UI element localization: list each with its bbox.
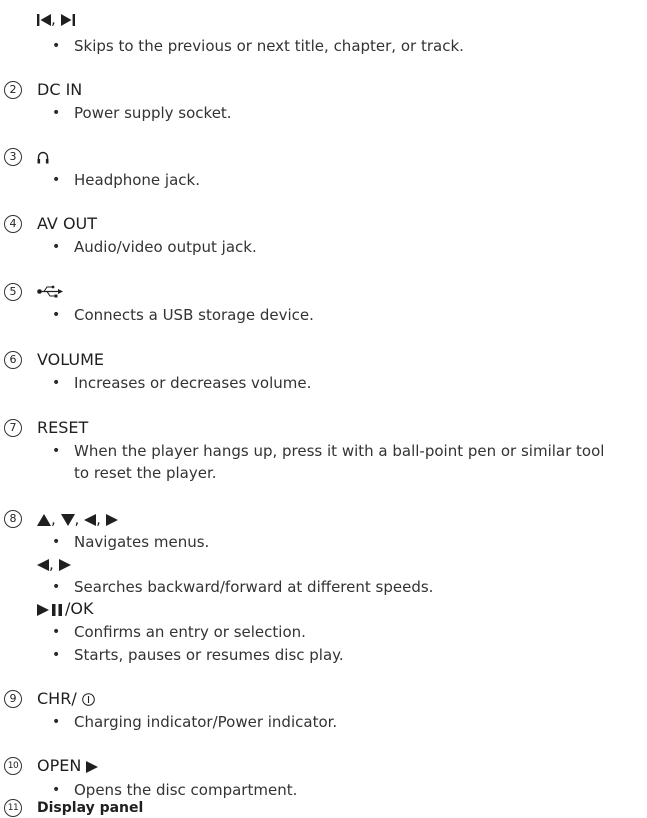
item-7-heading: RESET [37,418,89,437]
item-number-5: 5 [4,283,22,301]
arrow-down-icon [60,513,75,526]
item-8-subheading-play-pause-ok: /OK [37,599,93,619]
bullet: • [52,714,61,730]
item-10-heading: OPEN [37,756,99,776]
item-10-description: Opens the disc compartment. [74,781,298,799]
bullet: • [52,443,61,459]
item-number-10: 10 [4,757,22,775]
bullet: • [52,307,61,323]
bullet: • [52,579,61,595]
play-icon [37,603,49,616]
item-8-description-search: Searches backward/forward at different s… [74,578,434,596]
manual-page: , • Skips to the previous or next title,… [0,0,647,818]
item-4-description: Audio/video output jack. [74,238,257,256]
arrow-left-icon [37,558,49,571]
headphone-icon [37,151,49,164]
arrow-right-icon [58,558,71,571]
item-number-7: 7 [4,419,22,437]
item-8-heading: , , , [37,509,118,529]
item-10-heading-text: OPEN [37,756,87,775]
prev-next-description: Skips to the previous or next title, cha… [74,37,464,55]
arrow-right-icon [86,760,99,773]
subheading-separator: , [49,555,59,573]
item-number-2: 2 [4,81,22,99]
bullet: • [52,239,61,255]
bullet: • [52,172,61,188]
prev-next-separator: , [51,10,61,28]
bullet: • [52,647,61,663]
item-9-heading: CHR/ [37,689,95,709]
item-8-description-play: Starts, pauses or resumes disc play. [74,646,344,664]
item-2-description: Power supply socket. [74,104,232,122]
bullet: • [52,38,61,54]
bullet: • [52,534,61,550]
bullet: • [52,782,61,798]
bullet: • [52,375,61,391]
bullet: • [52,624,61,640]
arrow-left-icon [84,513,97,526]
heading-separator: , [96,510,106,528]
prev-next-heading: , [37,9,75,29]
item-number-8: 8 [4,510,22,528]
skip-previous-icon [37,13,51,26]
item-number-4: 4 [4,215,22,233]
item-9-description: Charging indicator/Power indicator. [74,713,338,731]
pause-icon [52,603,62,616]
power-icon [81,693,95,706]
item-number-9: 9 [4,690,22,708]
item-number-6: 6 [4,351,22,369]
item-2-heading: DC IN [37,80,83,99]
heading-separator: , [51,510,61,528]
item-5-heading [37,281,63,301]
item-11-heading: Display panel [37,800,144,816]
item-8-description-confirm: Confirms an entry or selection. [74,623,306,641]
bullet: • [52,105,61,121]
item-number-3: 3 [4,148,22,166]
item-6-heading: VOLUME [37,350,104,369]
arrow-right-icon [105,513,118,526]
item-9-heading-text: CHR/ [37,689,82,708]
skip-next-icon [60,13,75,26]
heading-separator: , [74,510,85,528]
item-3-description: Headphone jack. [74,171,200,189]
item-number-11: 11 [4,799,22,817]
item-7-description-line-2: to reset the player. [74,464,217,482]
item-6-description: Increases or decreases volume. [74,374,312,392]
usb-icon [37,285,63,298]
item-7-description-line-1: When the player hangs up, press it with … [74,442,605,460]
item-4-heading: AV OUT [37,214,98,233]
item-5-description: Connects a USB storage device. [74,306,314,324]
item-3-heading [37,147,49,167]
item-8-subheading-left-right: , [37,554,71,574]
item-8-description-nav: Navigates menus. [74,533,210,551]
ok-label: /OK [65,599,94,618]
arrow-up-icon [37,513,51,526]
